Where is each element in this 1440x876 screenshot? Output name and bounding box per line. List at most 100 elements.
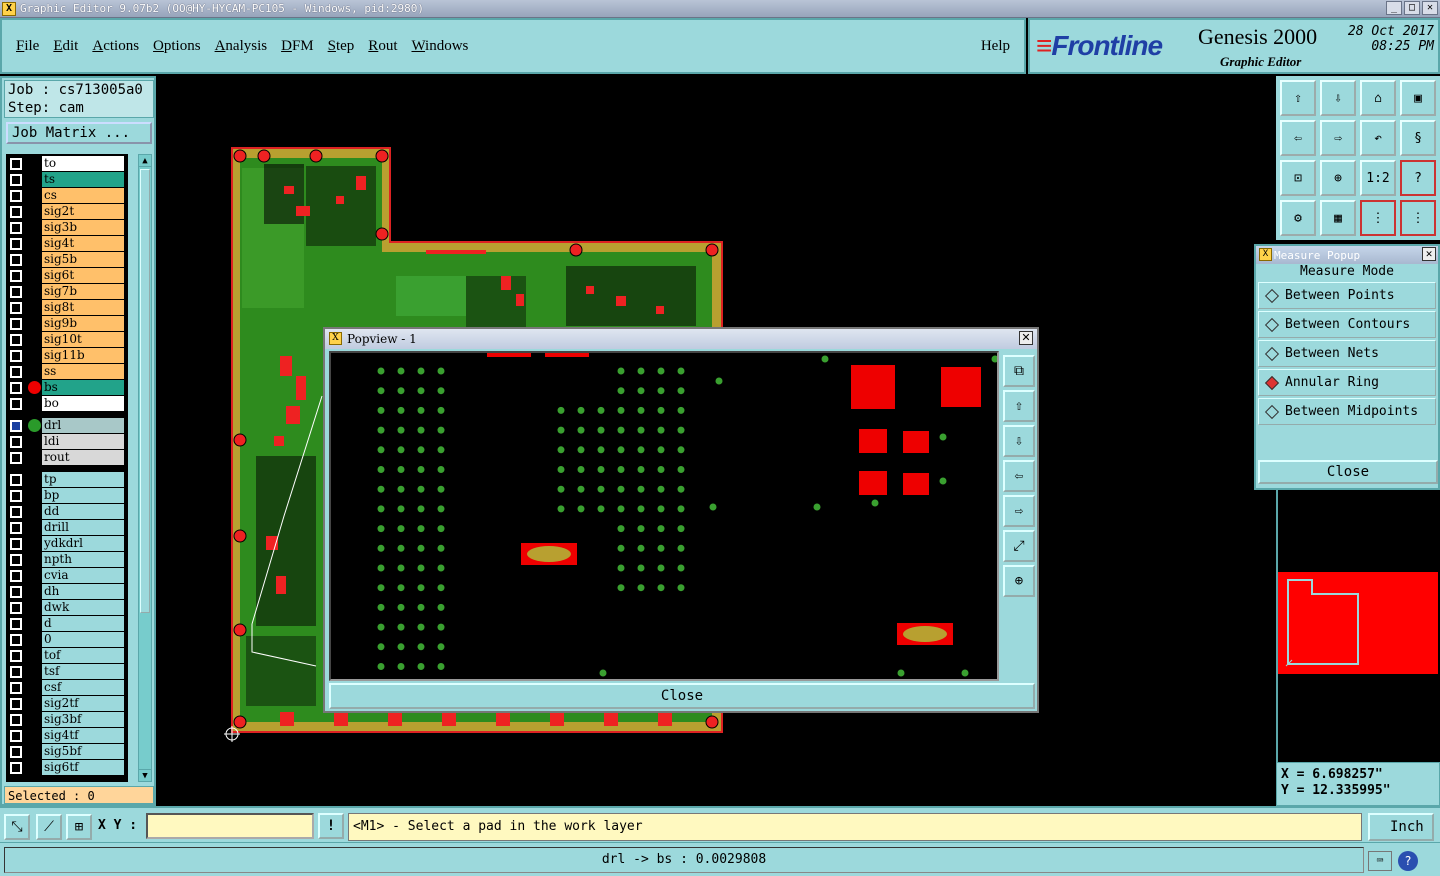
- layer-checkbox[interactable]: [10, 397, 22, 410]
- grid-snap-icon[interactable]: ⊞: [66, 814, 92, 840]
- layer-row-sig3b[interactable]: sig3b: [6, 220, 128, 235]
- layer-checkbox[interactable]: [10, 365, 22, 378]
- layer-checkbox[interactable]: [10, 317, 22, 330]
- layer-row-dd[interactable]: dd: [6, 504, 128, 519]
- layer-checkbox[interactable]: [10, 633, 22, 646]
- menu-step[interactable]: Step: [328, 38, 355, 55]
- layer-name[interactable]: sig5b: [42, 252, 124, 267]
- layer-row-cs[interactable]: cs: [6, 188, 128, 203]
- layer-row-ydkdrl[interactable]: ydkdrl: [6, 536, 128, 551]
- layer-name[interactable]: sig8t: [42, 300, 124, 315]
- layer-name[interactable]: ss: [42, 364, 124, 379]
- layer-row-sig7b[interactable]: sig7b: [6, 284, 128, 299]
- layer-row-drill[interactable]: drill: [6, 520, 128, 535]
- pv-zoom-center-icon[interactable]: ⊕: [1003, 565, 1035, 597]
- layer-row-csf[interactable]: csf: [6, 680, 128, 695]
- layer-checkbox[interactable]: [10, 173, 22, 186]
- command-button[interactable]: !: [318, 813, 344, 839]
- layer-name[interactable]: 0: [42, 632, 124, 647]
- layer-name[interactable]: sig10t: [42, 332, 124, 347]
- layer-checkbox[interactable]: [10, 269, 22, 282]
- layer-checkbox[interactable]: [10, 157, 22, 170]
- layer-row-tp[interactable]: tp: [6, 472, 128, 487]
- layer-name[interactable]: dwk: [42, 600, 124, 615]
- snap-icon[interactable]: ⤡: [4, 814, 30, 840]
- measure-option-between-contours[interactable]: Between Contours: [1258, 311, 1436, 338]
- menu-rout[interactable]: Rout: [368, 38, 397, 55]
- traffic-light-icon[interactable]: ⋮: [1360, 200, 1396, 236]
- menu-dfm[interactable]: DFM: [281, 38, 314, 55]
- layer-row-ts[interactable]: ts: [6, 172, 128, 187]
- layer-checkbox[interactable]: [10, 745, 22, 758]
- layer-row-bp[interactable]: bp: [6, 488, 128, 503]
- zoom-fit-icon[interactable]: ⊡: [1280, 160, 1316, 196]
- layer-checkbox[interactable]: [10, 665, 22, 678]
- layer-name[interactable]: csf: [42, 680, 124, 695]
- layer-checkbox[interactable]: [10, 435, 22, 448]
- job-matrix-button[interactable]: Job Matrix ...: [6, 122, 152, 144]
- layer-name[interactable]: bp: [42, 488, 124, 503]
- layer-checkbox[interactable]: [10, 761, 22, 774]
- layer-name[interactable]: sig2t: [42, 204, 124, 219]
- layer-row-tsf[interactable]: tsf: [6, 664, 128, 679]
- layer-row-0[interactable]: 0: [6, 632, 128, 647]
- grid-icon[interactable]: ▦: [1320, 200, 1356, 236]
- layer-name[interactable]: ts: [42, 172, 124, 187]
- pan-up-icon[interactable]: ⇧: [1280, 80, 1316, 116]
- layer-row-sig11b[interactable]: sig11b: [6, 348, 128, 363]
- keyboard-icon[interactable]: ⌨: [1368, 851, 1392, 871]
- layer-row-rout[interactable]: rout: [6, 450, 128, 465]
- layer-name[interactable]: sig4t: [42, 236, 124, 251]
- menu-options[interactable]: Options: [153, 38, 201, 55]
- layer-checkbox[interactable]: [10, 617, 22, 630]
- menu-windows[interactable]: Windows: [411, 38, 468, 55]
- layer-name[interactable]: dd: [42, 504, 124, 519]
- layer-checkbox[interactable]: [10, 285, 22, 298]
- layer-checkbox[interactable]: [10, 505, 22, 518]
- layer-checkbox[interactable]: [10, 521, 22, 534]
- layer-row-sig10t[interactable]: sig10t: [6, 332, 128, 347]
- window-icon[interactable]: ▣: [1400, 80, 1436, 116]
- layer-checkbox[interactable]: [10, 681, 22, 694]
- pan-right-icon[interactable]: ⇨: [1320, 120, 1356, 156]
- layer-row-npth[interactable]: npth: [6, 552, 128, 567]
- layer-name[interactable]: sig5bf: [42, 744, 124, 759]
- layer-checkbox[interactable]: [10, 253, 22, 266]
- layer-checkbox[interactable]: [10, 333, 22, 346]
- popview-close-button[interactable]: Close: [329, 683, 1035, 709]
- measure-option-between-midpoints[interactable]: Between Midpoints: [1258, 398, 1436, 425]
- popview-drawing[interactable]: [331, 353, 997, 679]
- layer-name[interactable]: dh: [42, 584, 124, 599]
- help-icon[interactable]: ?: [1398, 851, 1418, 871]
- layer-row-ldi[interactable]: ldi: [6, 434, 128, 449]
- layer-row-ss[interactable]: ss: [6, 364, 128, 379]
- layer-list-scrollbar[interactable]: ▲ ▼: [138, 154, 152, 782]
- layer-name[interactable]: sig4tf: [42, 728, 124, 743]
- layer-checkbox[interactable]: [10, 569, 22, 582]
- layer-name[interactable]: d: [42, 616, 124, 631]
- layer-name[interactable]: tsf: [42, 664, 124, 679]
- layer-checkbox[interactable]: [10, 537, 22, 550]
- pv-zoom-out-icon[interactable]: ⤢: [1003, 530, 1035, 562]
- layer-checkbox[interactable]: [10, 585, 22, 598]
- pv-pan-down-icon[interactable]: ⇩: [1003, 425, 1035, 457]
- menu-edit[interactable]: Edit: [53, 38, 78, 55]
- layer-row-sig2t[interactable]: sig2t: [6, 204, 128, 219]
- layer-row-d[interactable]: d: [6, 616, 128, 631]
- menu-file[interactable]: File: [16, 38, 39, 55]
- layer-checkbox[interactable]: [10, 553, 22, 566]
- zoom-window-icon[interactable]: ⧉: [1003, 355, 1035, 387]
- layer-row-cvia[interactable]: cvia: [6, 568, 128, 583]
- query-icon[interactable]: ?: [1400, 160, 1436, 196]
- measure-close-button[interactable]: Close: [1258, 460, 1438, 484]
- layer-checkbox[interactable]: [10, 697, 22, 710]
- layer-name[interactable]: ydkdrl: [42, 536, 124, 551]
- layer-checkbox[interactable]: [10, 221, 22, 234]
- zoom-center-icon[interactable]: ⊕: [1320, 160, 1356, 196]
- unit-select[interactable]: Inch ▭: [1368, 813, 1434, 858]
- layer-name[interactable]: bo: [42, 396, 124, 411]
- measure-option-between-points[interactable]: Between Points: [1258, 282, 1436, 309]
- pan-left-icon[interactable]: ⇦: [1280, 120, 1316, 156]
- redraw-icon[interactable]: §: [1400, 120, 1436, 156]
- popview-canvas[interactable]: [329, 351, 999, 681]
